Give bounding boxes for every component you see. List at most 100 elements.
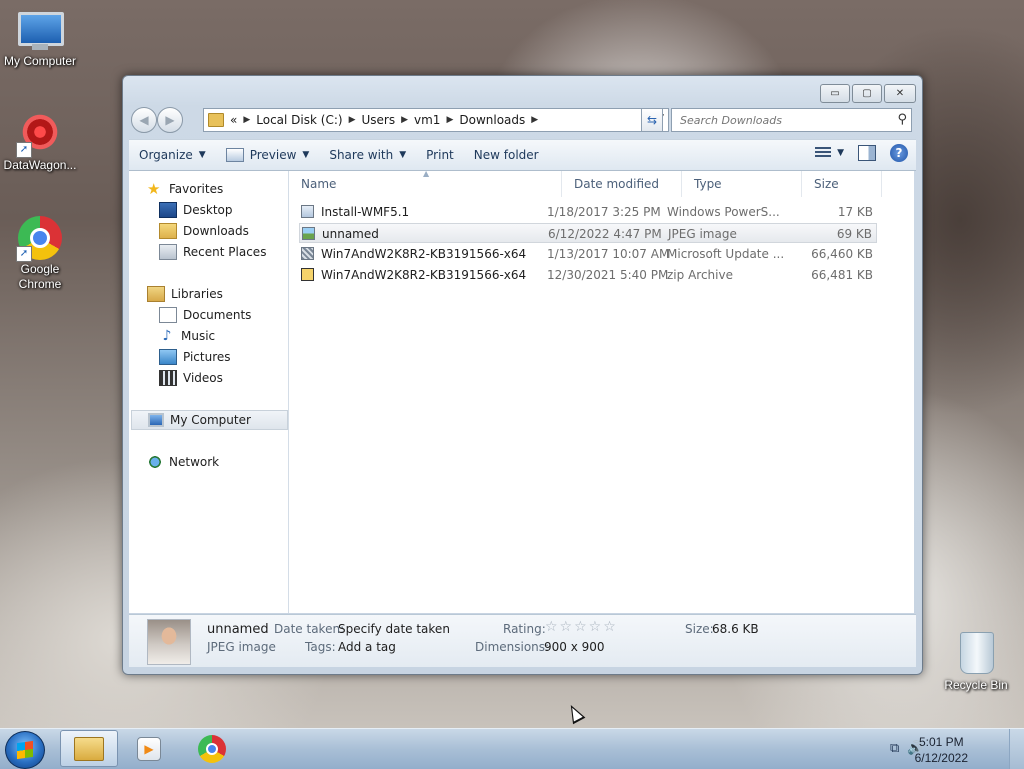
minimize-button[interactable]: ▭ [820,84,850,103]
file-row[interactable]: Win7AndW2K8R2-KB3191566-x64 1/13/2017 10… [299,244,877,264]
taskbar-explorer-button[interactable] [60,730,118,767]
file-row[interactable]: Win7AndW2K8R2-KB3191566-x64 12/30/2021 5… [299,265,877,285]
file-date: 1/18/2017 3:25 PM [547,205,661,219]
dimensions-value: 900 x 900 [544,640,605,654]
breadcrumb-overflow[interactable]: « [230,113,237,127]
nav-network[interactable]: Network [147,452,288,472]
column-header-type[interactable]: Type [682,171,802,197]
search-input[interactable] [678,112,887,128]
network-tray-icon[interactable]: ⧉ [890,741,899,756]
refresh-button[interactable]: ⇆ [641,108,663,132]
taskbar-media-player-button[interactable]: ▶ [120,730,178,767]
size-label: Size: [685,622,714,636]
nav-favorites[interactable]: ★ Favorites [147,179,288,199]
desktop-icon-my-computer[interactable]: My Computer [0,8,80,69]
search-box[interactable]: ⚲ [671,108,912,132]
close-button[interactable]: ✕ [884,84,916,103]
chrome-icon: ➚ [16,216,62,262]
breadcrumb-vm1[interactable]: vm1 [414,113,440,127]
views-icon [815,147,832,159]
column-header-size[interactable]: Size [802,171,882,197]
breadcrumb-local-disk[interactable]: Local Disk (C:) [256,113,342,127]
file-size: 17 KB [837,205,873,219]
column-label: Name [301,177,337,191]
file-size: 69 KB [836,227,872,241]
file-row[interactable]: unnamed 6/12/2022 4:47 PM JPEG image 69 … [299,223,877,243]
command-bar: Organize ▼ Preview ▼ Share with ▼ Print New… [129,139,916,171]
desktop-icon-label: My Computer [3,54,77,68]
navigation-pane: ★ Favorites Desktop Downloads Recent Plac… [129,171,289,613]
chevron-right-icon[interactable]: ▶ [446,115,453,125]
nav-desktop[interactable]: Desktop [159,200,288,220]
refresh-icon: ⇆ [646,113,658,127]
nav-downloads[interactable]: Downloads [159,221,288,241]
desktop-icon-label: Recycle Bin [944,678,1008,692]
chevron-right-icon[interactable]: ▶ [401,115,408,125]
nav-recent-places[interactable]: Recent Places [159,242,288,262]
file-name: unnamed [322,227,379,241]
preview-pane-button[interactable] [858,145,876,161]
file-name: Win7AndW2K8R2-KB3191566-x64 [321,268,527,282]
preview-button[interactable]: Preview ▼ [216,140,320,170]
documents-icon [159,307,177,323]
file-size: 66,481 KB [811,268,873,282]
nav-my-computer[interactable]: My Computer [131,410,288,430]
change-view-button[interactable]: ▼ [815,147,844,159]
explorer-window[interactable]: ▭ ▢ ✕ ◀ ▶ « ▶ Local Disk (C:) ▶ Users ▶ … [122,75,923,675]
computer-icon [148,413,164,427]
desktop-icon-label: DataWagon... [3,158,77,172]
desktop-icon-recycle-bin[interactable]: Recycle Bin [936,632,1016,693]
share-with-button[interactable]: Share with ▼ [319,140,416,170]
help-icon[interactable]: ? [890,144,908,162]
file-row[interactable]: Install-WMF5.1 1/18/2017 3:25 PM Windows… [299,202,877,222]
desktop-icon-google-chrome[interactable]: ➚ Google Chrome [0,216,80,292]
music-icon: ♪ [162,328,172,344]
column-label: Size [814,177,839,191]
breadcrumb-users[interactable]: Users [361,113,395,127]
clock[interactable]: 5:01 PM 6/12/2022 [915,734,968,766]
show-desktop-button[interactable] [1009,729,1024,769]
desktop-icon-label: Google Chrome [18,262,62,291]
address-bar[interactable]: « ▶ Local Disk (C:) ▶ Users ▶ vm1 ▶ Down… [203,108,669,132]
chevron-right-icon[interactable]: ▶ [349,115,356,125]
new-folder-button[interactable]: New folder [464,140,549,170]
tags-label: Tags: [305,640,336,654]
nav-label: Pictures [183,350,231,364]
date-taken-label: Date taken: [274,622,345,636]
file-date: 12/30/2021 5:40 PM [547,268,669,282]
size-value: 68.6 KB [712,622,759,636]
nav-music[interactable]: ♪ Music [159,326,288,346]
nav-pictures[interactable]: Pictures [159,347,288,367]
organize-button[interactable]: Organize ▼ [129,140,216,170]
taskbar-chrome-button[interactable] [183,730,241,767]
tags-field[interactable]: Add a tag [338,640,396,654]
details-pane: unnamed JPEG image Date taken: Specify d… [129,614,916,667]
search-icon[interactable]: ⚲ [897,112,907,127]
column-header-name[interactable]: Name ▲ [289,169,562,197]
print-button[interactable]: Print [416,140,464,170]
breadcrumb-downloads[interactable]: Downloads [459,113,525,127]
videos-icon [159,370,177,386]
caret-down-icon: ▼ [198,150,206,160]
chevron-right-icon[interactable]: ▶ [531,115,538,125]
desktop-icon [159,202,177,218]
nav-videos[interactable]: Videos [159,368,288,388]
network-icon [147,455,163,469]
start-button[interactable] [5,731,45,769]
back-button[interactable]: ◀ [131,107,157,133]
nav-label: Music [181,329,216,343]
nav-libraries[interactable]: Libraries [147,284,288,304]
date-taken-field[interactable]: Specify date taken [338,622,450,636]
column-header-date-modified[interactable]: Date modified [562,171,682,197]
forward-button[interactable]: ▶ [157,107,183,133]
image-icon [302,227,315,240]
recent-places-icon [159,244,177,260]
shortcut-arrow-icon: ➚ [16,246,32,262]
desktop-icon-datawagon[interactable]: ➚ DataWagon... [0,112,80,173]
chevron-right-icon[interactable]: ▶ [243,115,250,125]
maximize-button[interactable]: ▢ [852,84,882,103]
star-icon: ★ [147,180,161,198]
clock-date: 6/12/2022 [914,751,968,765]
rating-stars[interactable]: ☆☆☆☆☆ [545,619,618,635]
nav-documents[interactable]: Documents [159,305,288,325]
